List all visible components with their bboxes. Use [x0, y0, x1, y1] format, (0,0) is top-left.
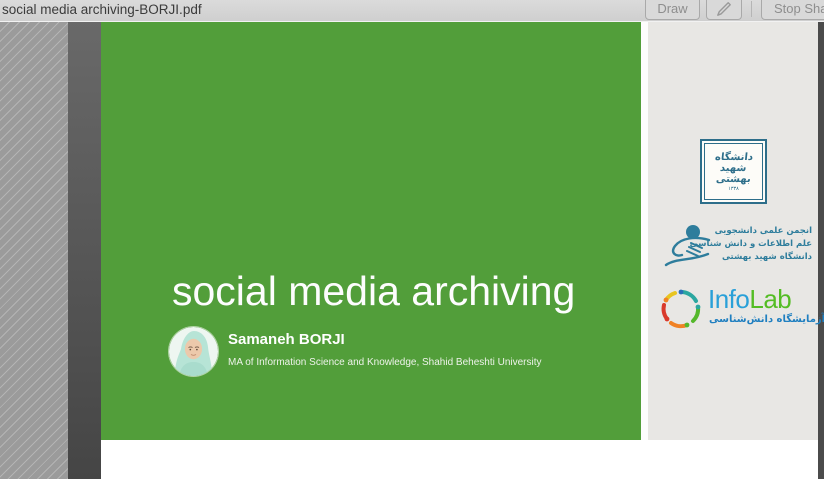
next-page-area [101, 440, 818, 479]
slide-divider-strip [641, 21, 648, 440]
window-title: social media archiving-BORJI.pdf [2, 2, 202, 17]
infolab-wordmark: InfoLab [708, 284, 791, 315]
pen-button[interactable] [706, 0, 742, 20]
infolab-logo: InfoLab آزمایشگاه دانش‌شناسی [657, 283, 812, 353]
presenter-affiliation: MA of Information Science and Knowledge,… [228, 357, 542, 368]
slide-title: social media archiving [172, 267, 575, 315]
slide-green-area [101, 21, 641, 440]
association-text-line-2: علم اطلاعات و دانش شناسی [712, 238, 812, 251]
window-titlebar: social media archiving-BORJI.pdf Draw St… [0, 0, 824, 22]
pen-icon [716, 1, 732, 17]
infolab-wordmark-lab: Lab [749, 284, 791, 314]
seal-text-line: شهید [720, 163, 747, 174]
draw-button[interactable]: Draw [645, 0, 700, 20]
infolab-subtitle-fa: آزمایشگاه دانش‌شناسی [709, 314, 824, 325]
association-text-line-3: دانشگاه شهید بهشتی [712, 251, 812, 264]
association-logo: انجمن علمی دانشجویی علم اطلاعات و دانش ش… [663, 223, 813, 271]
window-right-edge [818, 21, 824, 479]
presenter-avatar [169, 327, 218, 376]
seal-text-line: دانشگاه [714, 152, 753, 163]
pdf-slide-page: social media archiving Samaneh BORJI MA [101, 21, 818, 440]
university-seal-calligraphy: دانشگاه شهید بهشتی ۱۳۳۸ [704, 143, 763, 200]
presenter-name: Samaneh BORJI [228, 331, 345, 348]
screen-share-view: social media archiving-BORJI.pdf Draw St… [0, 0, 824, 479]
university-seal-logo: دانشگاه شهید بهشتی ۱۳۳۸ [700, 139, 767, 204]
stop-share-button[interactable]: Stop Sha [761, 0, 824, 20]
logo-panel-content: دانشگاه شهید بهشتی ۱۳۳۸ انجمن علمی دانشج… [648, 21, 818, 440]
window-side-column [68, 21, 101, 479]
avatar-photo-icon [169, 327, 218, 376]
infolab-swirl-icon [657, 285, 705, 333]
association-text-line-1: انجمن علمی دانشجویی [712, 225, 812, 238]
seal-text-line: بهشتی [716, 174, 752, 185]
infolab-wordmark-info: Info [708, 284, 749, 314]
toolbar-separator [751, 1, 752, 17]
seal-year-text: ۱۳۳۸ [728, 186, 739, 192]
desktop-hatch-background [0, 21, 68, 479]
